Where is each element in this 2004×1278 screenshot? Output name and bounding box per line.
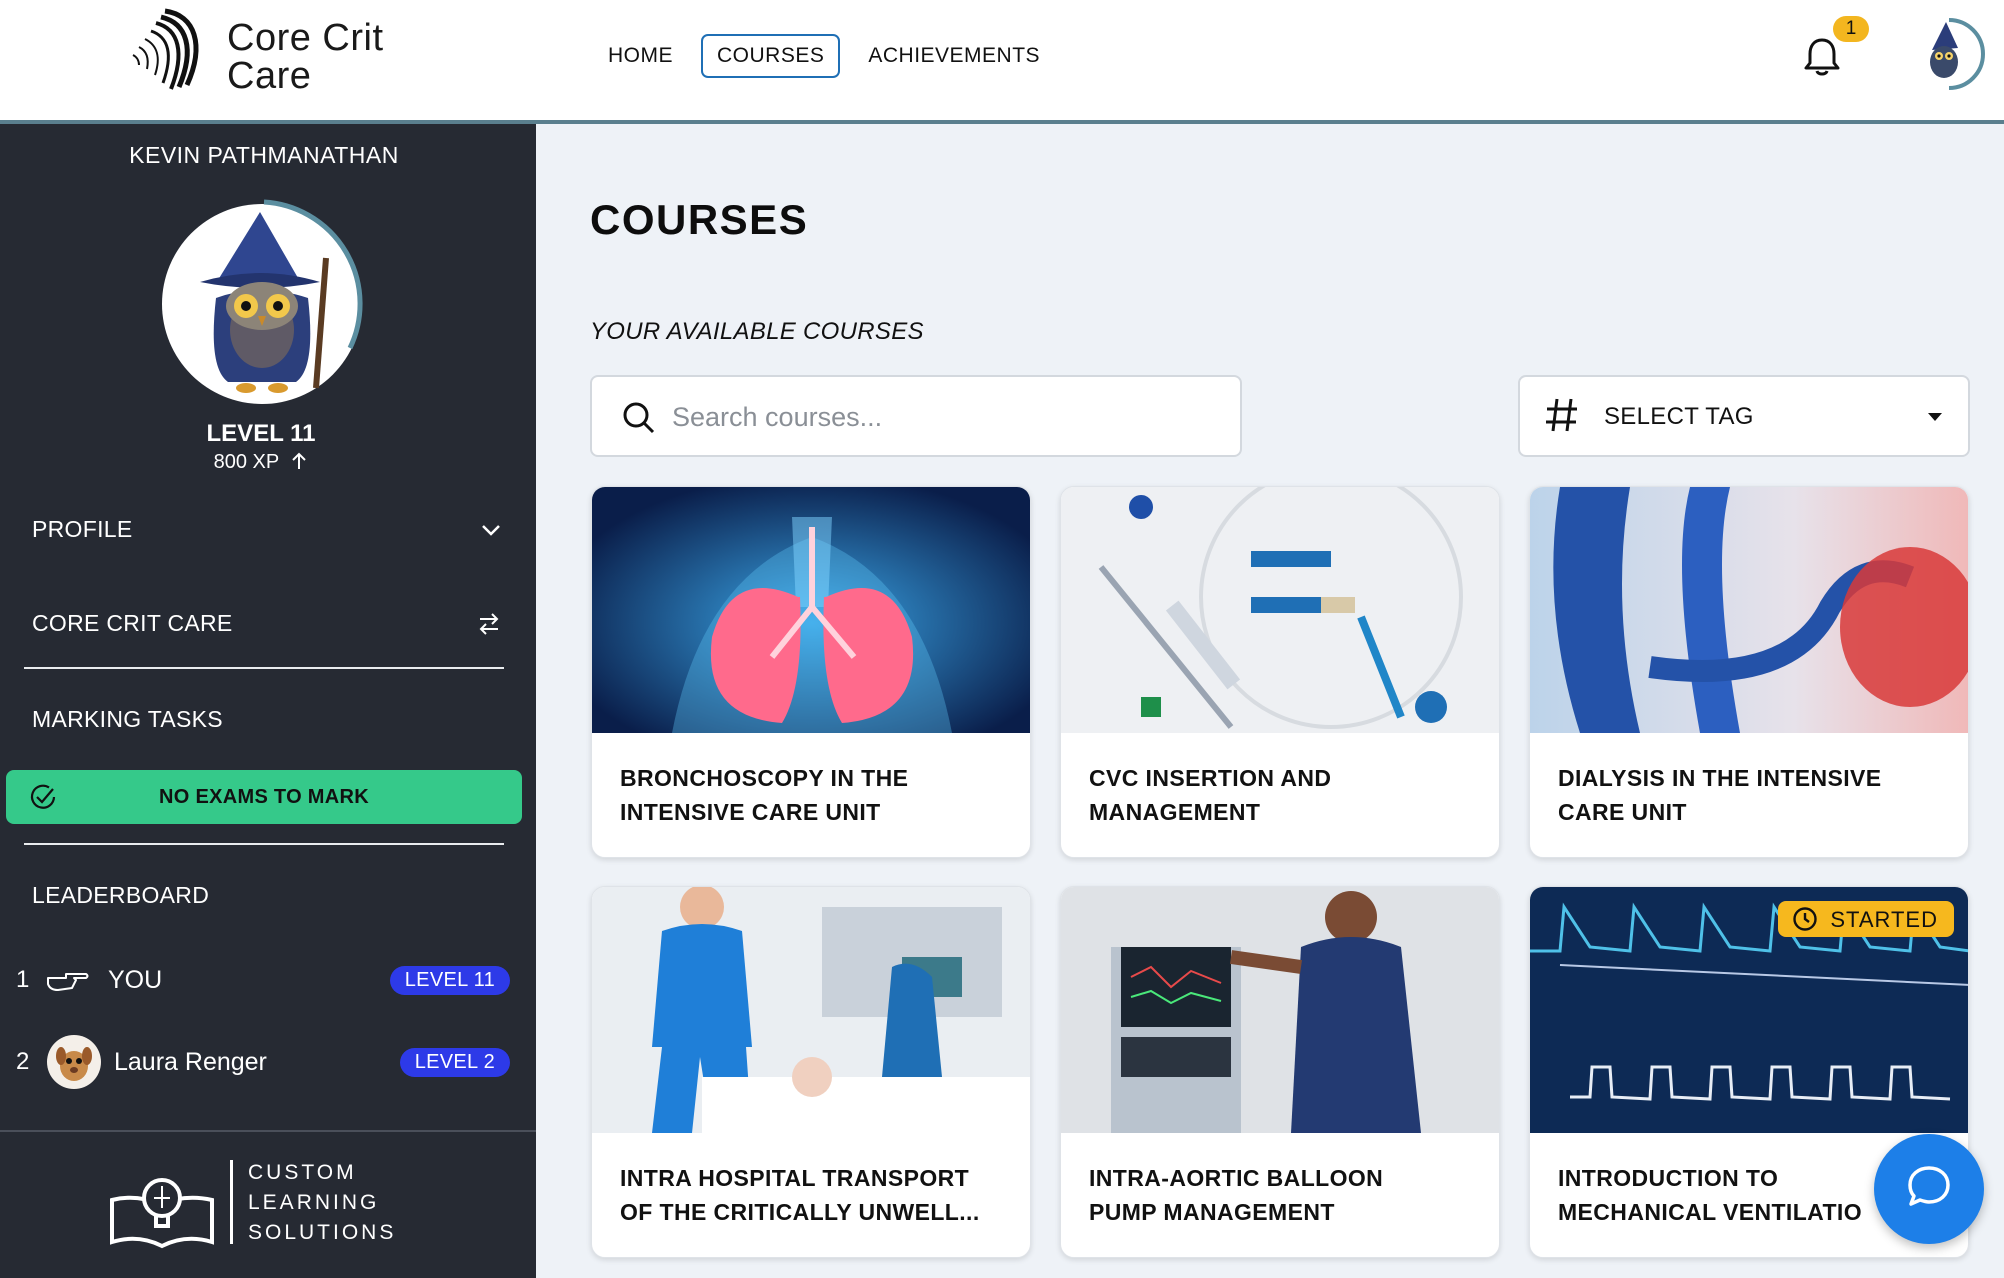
profile-avatar[interactable]	[160, 198, 370, 408]
divider	[24, 843, 504, 845]
course-card-iabp[interactable]: INTRA-AORTIC BALLOON PUMP MANAGEMENT	[1060, 886, 1500, 1258]
leaderboard-name: Laura Renger	[114, 1048, 267, 1076]
chevron-down-icon	[482, 524, 500, 536]
started-badge: STARTED	[1778, 901, 1954, 937]
sidebar-item-leaderboard[interactable]: LEADERBOARD	[32, 882, 502, 909]
leaderboard-rank: 2	[16, 1048, 30, 1075]
bell-icon[interactable]	[1800, 34, 1844, 78]
started-label: STARTED	[1830, 907, 1938, 932]
leaderboard-name: YOU	[108, 966, 163, 994]
patient-transport-image	[592, 887, 1030, 1133]
footer-text: CUSTOM LEARNING SOLUTIONS	[248, 1161, 397, 1244]
arrow-up-icon	[292, 452, 307, 469]
search-icon	[623, 402, 655, 434]
leaderboard-avatar	[47, 1035, 101, 1089]
search-input[interactable]	[672, 397, 1212, 437]
page-title: COURSES	[590, 196, 809, 243]
profile-label: PROFILE	[32, 516, 133, 542]
leaderboard-label: LEADERBOARD	[32, 882, 210, 908]
sidebar-footer: CUSTOM LEARNING SOLUTIONS	[0, 1130, 536, 1278]
org-label: CORE CRIT CARE	[32, 610, 233, 636]
course-title: BRONCHOSCOPY IN THE INTENSIVE CARE UNIT	[620, 765, 909, 825]
clock-icon	[1793, 907, 1818, 931]
switch-arrows-icon	[479, 612, 499, 635]
leaderboard-row[interactable]: 2 Laura Renger LEVEL 2	[16, 1034, 510, 1090]
chat-bubble-icon	[1908, 1166, 1950, 1206]
search-box[interactable]	[590, 375, 1242, 457]
sidebar-item-marking-tasks[interactable]: MARKING TASKS	[32, 706, 502, 733]
user-level: LEVEL 11	[206, 420, 316, 447]
leaderboard-level-badge: LEVEL 2	[399, 1048, 510, 1077]
core-crit-care-logo[interactable]: Core Crit Care	[125, 5, 415, 105]
sidebar: KEVIN PATHMANATHAN LEVEL 11 800 XP PROFI…	[0, 124, 536, 1278]
swoosh-logo-icon	[132, 8, 199, 90]
section-subtitle: YOUR AVAILABLE COURSES	[590, 318, 924, 345]
hash-icon	[1546, 398, 1577, 432]
no-exams-status[interactable]: NO EXAMS TO MARK	[6, 770, 522, 824]
course-card-transport[interactable]: INTRA HOSPITAL TRANSPORT OF THE CRITICALL…	[591, 886, 1031, 1258]
cvc-equipment-image	[1061, 487, 1499, 733]
chat-button[interactable]	[1874, 1134, 1984, 1244]
course-title: DIALYSIS IN THE INTENSIVE CARE UNIT	[1558, 765, 1882, 825]
course-title: INTRA-AORTIC BALLOON PUMP MANAGEMENT	[1089, 1165, 1384, 1225]
leaderboard-row[interactable]: 1 YOU LEVEL 11	[16, 952, 510, 1008]
caret-down-icon	[1928, 413, 1942, 421]
leaderboard-rank: 1	[16, 966, 30, 993]
user-xp: 800 XP	[0, 451, 522, 474]
dialysis-image	[1530, 487, 1968, 733]
course-card-dialysis[interactable]: DIALYSIS IN THE INTENSIVE CARE UNIT	[1529, 486, 1969, 858]
custom-learning-solutions-logo	[110, 1178, 214, 1249]
top-header: Core Crit Care HOME COURSES ACHIEVEMENTS…	[0, 0, 2004, 124]
course-card-cvc[interactable]: CVC INSERTION AND MANAGEMENT	[1060, 486, 1500, 858]
lungs-image	[592, 487, 1030, 733]
pointing-hand-icon	[47, 973, 89, 991]
marking-label: MARKING TASKS	[32, 706, 223, 732]
footer-separator	[230, 1160, 233, 1244]
sidebar-item-core-crit-care[interactable]: CORE CRIT CARE	[32, 610, 502, 637]
logo-text: Core Crit Care	[227, 17, 384, 97]
main-nav: HOME COURSES ACHIEVEMENTS	[592, 34, 1056, 78]
balloon-pump-image	[1061, 887, 1499, 1133]
nav-home[interactable]: HOME	[592, 34, 689, 78]
nav-achievements[interactable]: ACHIEVEMENTS	[852, 34, 1056, 78]
tag-select[interactable]: SELECT TAG	[1518, 375, 1970, 457]
course-title: INTRA HOSPITAL TRANSPORT OF THE CRITICALL…	[620, 1165, 980, 1225]
tag-select-label: SELECT TAG	[1604, 403, 1754, 430]
user-avatar[interactable]	[1910, 14, 1988, 92]
notification-badge: 1	[1833, 16, 1869, 42]
xp-value: 800 XP	[213, 451, 279, 473]
user-name: KEVIN PATHMANATHAN	[129, 142, 399, 168]
nav-courses[interactable]: COURSES	[701, 34, 841, 78]
leaderboard-level-badge: LEVEL 11	[389, 966, 510, 995]
course-card-bronchoscopy[interactable]: BRONCHOSCOPY IN THE INTENSIVE CARE UNIT	[591, 486, 1031, 858]
marking-status: NO EXAMS TO MARK	[159, 786, 369, 808]
divider	[24, 667, 504, 669]
sidebar-item-profile[interactable]: PROFILE	[32, 516, 502, 543]
course-title: CVC INSERTION AND MANAGEMENT	[1089, 765, 1332, 825]
